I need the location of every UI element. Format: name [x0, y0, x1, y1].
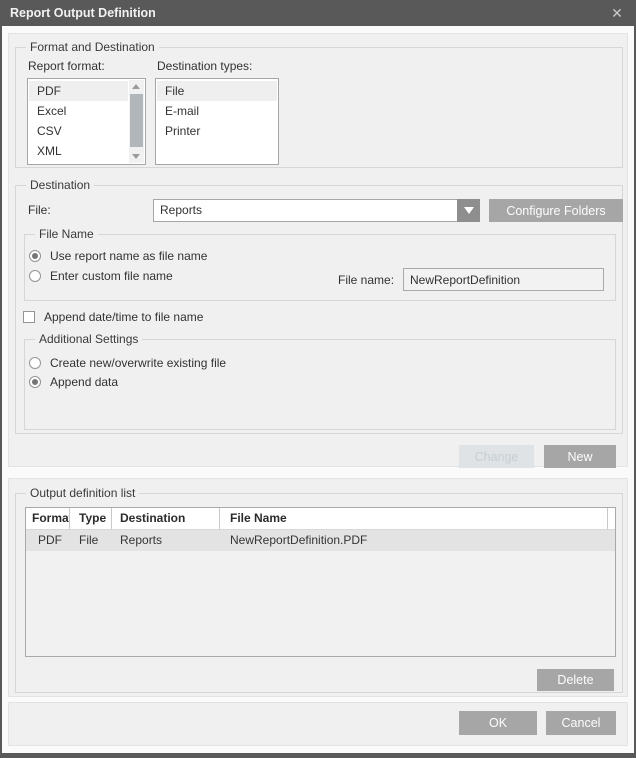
append-datetime-checkbox-row[interactable]: Append date/time to file name	[23, 310, 203, 324]
footer-panel: OK Cancel	[8, 702, 628, 746]
scroll-up-icon[interactable]	[132, 84, 140, 89]
column-header-type[interactable]: Type	[70, 508, 112, 529]
radio-create-new-overwrite[interactable]: Create new/overwrite existing file	[29, 356, 226, 370]
report-format-label: Report format:	[28, 59, 105, 73]
radio-unselected-icon[interactable]	[29, 270, 41, 282]
delete-button[interactable]: Delete	[537, 669, 614, 691]
radio-enter-custom-name[interactable]: Enter custom file name	[29, 269, 173, 283]
list-item-excel[interactable]: Excel	[29, 101, 128, 121]
scrollbar-thumb[interactable]	[130, 94, 143, 147]
list-item-xml[interactable]: XML	[29, 141, 128, 161]
cell-type: File	[70, 530, 112, 551]
table-header-row: Format Type Destination File Name	[26, 508, 615, 530]
radio-label: Append data	[50, 375, 118, 389]
radio-unselected-icon[interactable]	[29, 357, 41, 369]
format-and-destination-group: Format and Destination Report format: De…	[15, 47, 623, 168]
list-item-pdf[interactable]: PDF	[29, 81, 128, 101]
dialog-title: Report Output Definition	[10, 0, 156, 26]
format-destination-panel: Format and Destination Report format: De…	[8, 33, 628, 467]
chevron-down-icon	[464, 207, 474, 214]
cell-destination: Reports	[112, 530, 220, 551]
destination-types-listbox[interactable]: File E-mail Printer	[155, 78, 279, 165]
file-label: File:	[28, 203, 51, 217]
list-item-email[interactable]: E-mail	[157, 101, 277, 121]
cell-format: PDF	[26, 530, 70, 551]
file-name-group: File Name Use report name as file name E…	[24, 234, 616, 301]
radio-label: Use report name as file name	[50, 249, 207, 263]
radio-label: Enter custom file name	[50, 269, 173, 283]
checkbox-unchecked-icon[interactable]	[23, 311, 35, 323]
table-row[interactable]: PDF File Reports NewReportDefinition.PDF	[26, 530, 615, 551]
destination-type-items: File E-mail Printer	[157, 81, 277, 141]
column-header-filler	[608, 508, 615, 529]
change-button[interactable]: Change	[459, 445, 534, 468]
group-label: Format and Destination	[26, 40, 159, 54]
group-label: Additional Settings	[35, 332, 142, 346]
title-bar[interactable]: Report Output Definition ✕	[0, 0, 636, 26]
radio-use-report-name[interactable]: Use report name as file name	[29, 249, 207, 263]
group-label: File Name	[35, 227, 98, 241]
additional-settings-group: Additional Settings Create new/overwrite…	[24, 339, 616, 430]
list-item-printer[interactable]: Printer	[157, 121, 277, 141]
column-header-file-name[interactable]: File Name	[220, 508, 608, 529]
column-header-format[interactable]: Format	[26, 508, 70, 529]
radio-selected-icon[interactable]	[29, 250, 41, 262]
report-format-scrollbar[interactable]	[129, 80, 144, 163]
destination-group: Destination File: Reports Configure Fold…	[15, 185, 623, 434]
combobox-dropdown-button[interactable]	[457, 199, 480, 222]
close-button[interactable]: ✕	[602, 0, 632, 26]
cancel-button[interactable]: Cancel	[546, 711, 616, 735]
scroll-down-icon[interactable]	[132, 154, 140, 159]
output-definition-list-group: Output definition list Format Type Desti…	[15, 493, 623, 693]
report-format-items: PDF Excel CSV XML	[29, 81, 128, 161]
configure-folders-button[interactable]: Configure Folders	[489, 199, 623, 222]
radio-selected-icon[interactable]	[29, 376, 41, 388]
destination-types-label: Destination types:	[157, 59, 252, 73]
dialog-body: Format and Destination Report format: De…	[2, 26, 634, 753]
group-label: Output definition list	[26, 486, 139, 500]
file-name-input[interactable]	[403, 268, 604, 291]
combobox-value[interactable]: Reports	[153, 199, 457, 222]
list-item-csv[interactable]: CSV	[29, 121, 128, 141]
report-output-definition-dialog: Report Output Definition ✕ Format and De…	[0, 0, 636, 758]
group-label: Destination	[26, 178, 94, 192]
cell-filler	[608, 530, 615, 551]
column-header-destination[interactable]: Destination	[112, 508, 220, 529]
new-button[interactable]: New	[544, 445, 616, 468]
radio-append-data[interactable]: Append data	[29, 375, 118, 389]
output-definition-panel: Output definition list Format Type Desti…	[8, 478, 628, 697]
report-format-listbox[interactable]: PDF Excel CSV XML	[27, 78, 146, 165]
checkbox-label: Append date/time to file name	[44, 310, 203, 324]
list-item-file[interactable]: File	[157, 81, 277, 101]
radio-label: Create new/overwrite existing file	[50, 356, 226, 370]
output-definition-table: Format Type Destination File Name PDF Fi…	[25, 507, 616, 657]
file-name-label: File name:	[338, 273, 394, 287]
cell-file-name: NewReportDefinition.PDF	[220, 530, 608, 551]
ok-button[interactable]: OK	[459, 711, 537, 735]
close-icon: ✕	[611, 5, 623, 22]
file-destination-combobox[interactable]: Reports	[153, 199, 480, 222]
